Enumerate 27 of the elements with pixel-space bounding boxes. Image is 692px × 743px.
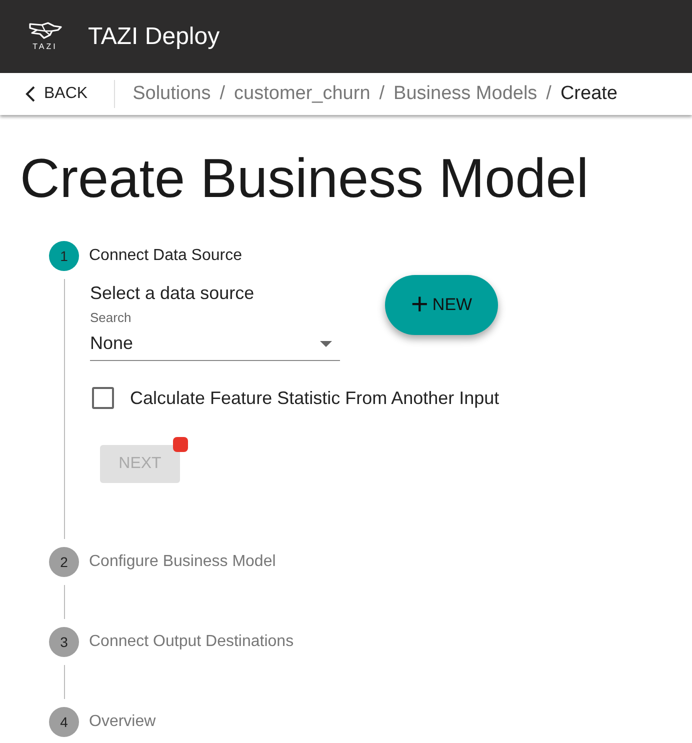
breadcrumb-link[interactable]: customer_churn — [234, 83, 370, 105]
breadcrumb-link[interactable]: Solutions — [132, 83, 211, 105]
logo-text: TAZI — [32, 42, 58, 51]
step-label[interactable]: Configure Business Model — [89, 553, 276, 571]
step-number: 2 — [49, 547, 79, 577]
section-heading: Select a data source — [90, 283, 256, 304]
breadcrumb-separator: / — [220, 83, 226, 105]
step-number: 4 — [49, 707, 79, 737]
caret-icon — [320, 340, 332, 346]
step-number: 1 — [49, 241, 79, 271]
chevron-left-icon — [24, 85, 36, 103]
breadcrumb-link[interactable]: Business Models — [394, 83, 538, 105]
breadcrumb-separator: / — [546, 83, 552, 105]
breadcrumb-link[interactable]: Create — [560, 83, 618, 105]
step-label[interactable]: Connect Output Destinations — [89, 633, 294, 651]
step-number: 3 — [49, 627, 79, 657]
logo-icon — [28, 22, 62, 40]
step-label[interactable]: Connect Data Source — [89, 247, 242, 265]
back-button[interactable]: BACK — [0, 79, 88, 109]
app-title: TAZI Deploy — [88, 22, 220, 50]
checkbox-label: Calculate Feature Statistic From Another Input — [130, 388, 500, 408]
new-button[interactable]: +NEW — [385, 275, 498, 335]
step-label[interactable]: Overview — [89, 713, 156, 731]
page-title: Create Business Model — [20, 146, 590, 211]
select-field[interactable]: Search None — [90, 310, 340, 361]
checkbox[interactable] — [92, 387, 114, 409]
breadcrumb-separator: / — [379, 83, 385, 105]
